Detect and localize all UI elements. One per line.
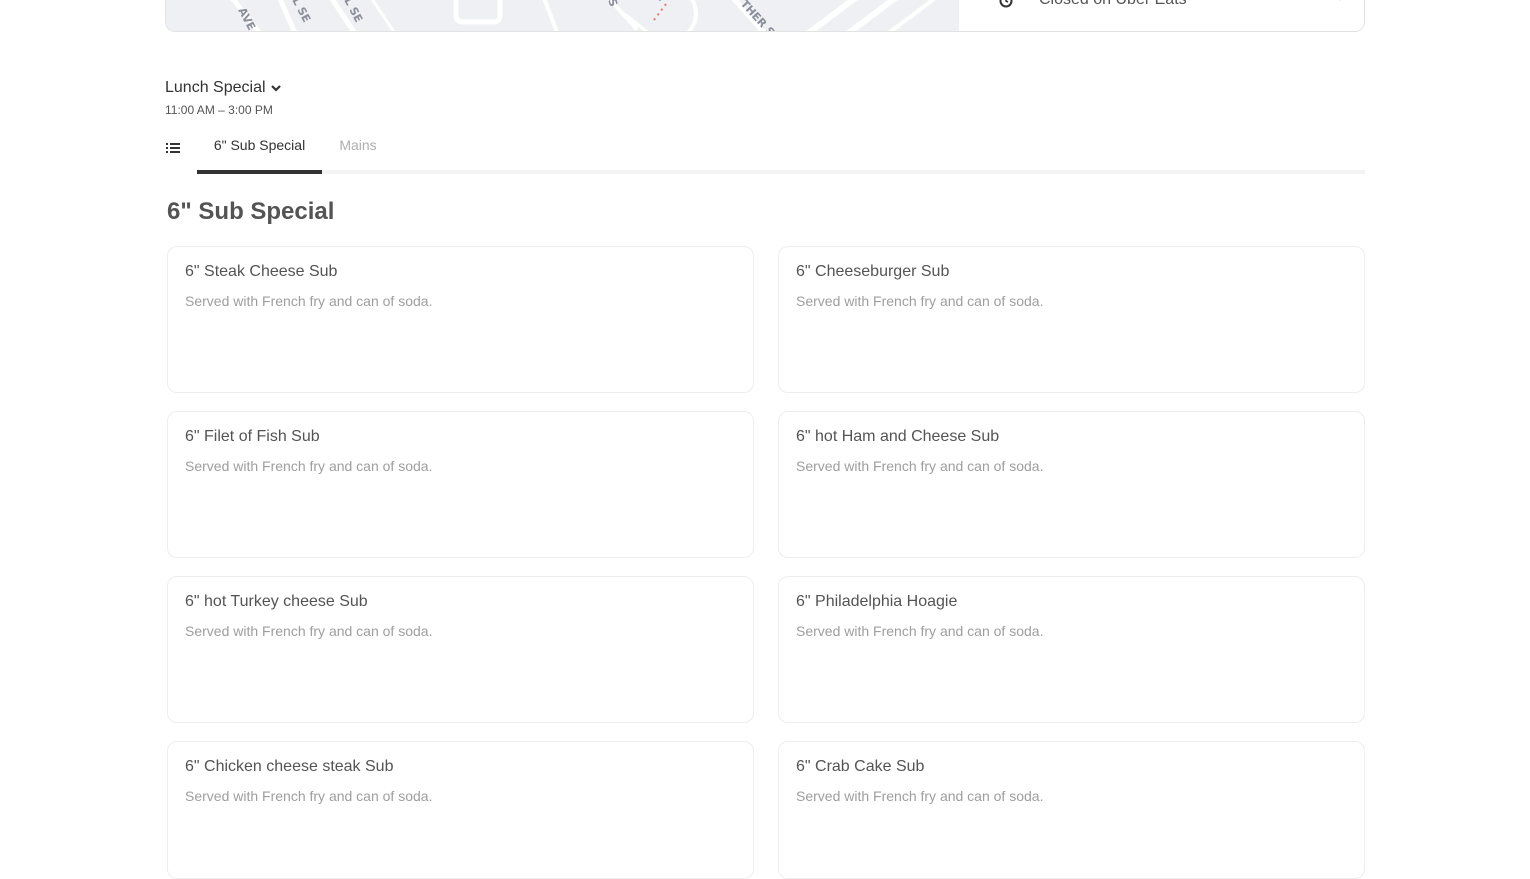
- menu-item-card[interactable]: 6" Crab Cake Sub Served with French fry …: [778, 741, 1365, 879]
- map-streets: AVE S L SE L SE S S THER ST: [230, 0, 936, 31]
- menu-selector[interactable]: Lunch Special: [165, 79, 282, 97]
- menu-hours: 11:00 AM – 3:00 PM: [165, 103, 273, 117]
- map-street-label: L SE: [289, 0, 313, 25]
- menu-item-description: Served with French fry and can of soda.: [185, 293, 433, 309]
- menu-item-name: 6" Crab Cake Sub: [796, 758, 925, 775]
- menu-item-description: Served with French fry and can of soda.: [185, 788, 433, 804]
- store-page: AVE S L SE L SE S S THER ST Closed on Ub…: [0, 0, 1530, 879]
- tab-sub-special[interactable]: 6" Sub Special: [197, 128, 322, 174]
- menu-item-description: Served with French fry and can of soda.: [185, 623, 433, 639]
- chevron-down-icon: [270, 85, 281, 92]
- map-street-label: THER ST: [738, 0, 783, 31]
- menu-item-description: Served with French fry and can of soda.: [796, 788, 1044, 804]
- menu-item-card[interactable]: 6" Chicken cheese steak Sub Served with …: [167, 741, 754, 879]
- menu-item-name: 6" Cheeseburger Sub: [796, 263, 950, 280]
- map[interactable]: AVE S L SE L SE S S THER ST: [166, 0, 959, 31]
- menu-item-description: Served with French fry and can of soda.: [796, 623, 1044, 639]
- store-status[interactable]: Closed on Uber Eats: [959, 0, 1364, 31]
- menu-item-name: 6" hot Ham and Cheese Sub: [796, 428, 1000, 445]
- clock-icon: [999, 0, 1013, 8]
- menu-item-name: 6" Steak Cheese Sub: [185, 263, 338, 280]
- store-status-text: Closed on Uber Eats: [1039, 0, 1187, 10]
- section-title: 6" Sub Special: [167, 198, 335, 225]
- map-street-label: AVE S: [235, 5, 263, 31]
- menu-item-name: 6" Chicken cheese steak Sub: [185, 758, 394, 775]
- tab-mains[interactable]: Mains: [338, 128, 378, 174]
- category-tabs: 6" Sub Special Mains: [165, 128, 1365, 174]
- chevron-down-icon[interactable]: [1334, 0, 1346, 4]
- store-info-panel: AVE S L SE L SE S S THER ST Closed on Ub…: [165, 0, 1365, 32]
- menu-item-description: Served with French fry and can of soda.: [796, 293, 1044, 309]
- menu-item-card[interactable]: 6" hot Turkey cheese Sub Served with Fre…: [167, 576, 754, 723]
- menu-item-description: Served with French fry and can of soda.: [796, 458, 1044, 474]
- list-icon[interactable]: [165, 140, 181, 156]
- menu-item-card[interactable]: 6" Cheeseburger Sub Served with French f…: [778, 246, 1365, 393]
- menu-item-card[interactable]: 6" Filet of Fish Sub Served with French …: [167, 411, 754, 558]
- menu-item-name: 6" Philadelphia Hoagie: [796, 593, 958, 610]
- menu-item-card[interactable]: 6" Philadelphia Hoagie Served with Frenc…: [778, 576, 1365, 723]
- menu-item-name: 6" hot Turkey cheese Sub: [185, 593, 368, 610]
- menu-item-card[interactable]: 6" Steak Cheese Sub Served with French f…: [167, 246, 754, 393]
- menu-title: Lunch Special: [165, 79, 266, 96]
- menu-item-card[interactable]: 6" hot Ham and Cheese Sub Served with Fr…: [778, 411, 1365, 558]
- menu-item-description: Served with French fry and can of soda.: [185, 458, 433, 474]
- map-street-label: S: [651, 0, 666, 4]
- menu-item-name: 6" Filet of Fish Sub: [185, 428, 320, 445]
